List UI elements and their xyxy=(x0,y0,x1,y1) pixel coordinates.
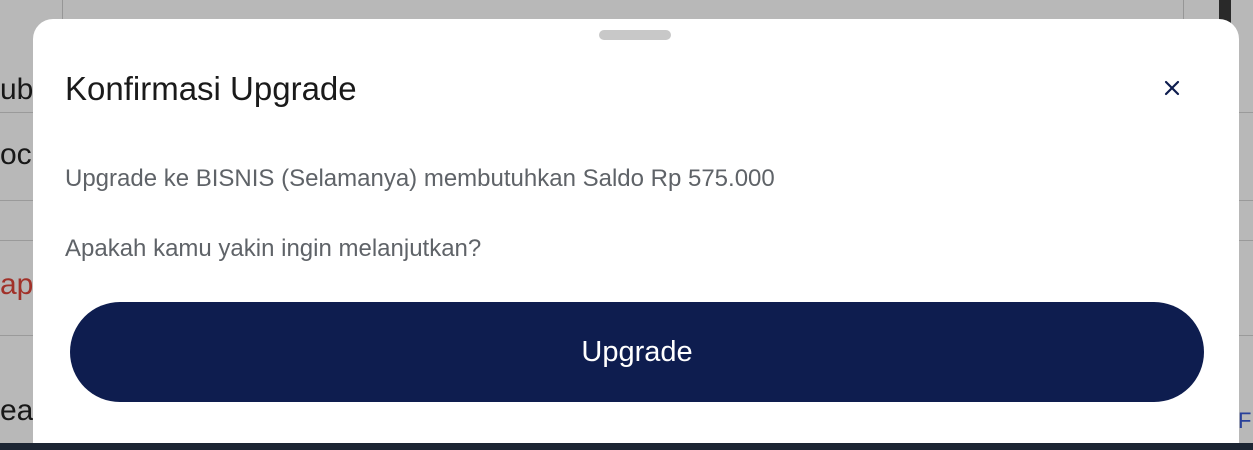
upgrade-button[interactable]: Upgrade xyxy=(70,302,1204,402)
close-button[interactable] xyxy=(1155,71,1189,105)
upgrade-confirmation-sheet: Konfirmasi Upgrade Upgrade ke BISNIS (Se… xyxy=(33,19,1239,443)
upgrade-cost-message: Upgrade ke BISNIS (Selamanya) membutuhka… xyxy=(65,165,775,192)
drag-handle[interactable] xyxy=(599,30,671,40)
bottom-navigation-edge xyxy=(0,443,1253,450)
confirmation-question: Apakah kamu yakin ingin melanjutkan? xyxy=(65,235,482,262)
app-screen: ub oc ap ea F Konfirmasi Upgrade Upgrade… xyxy=(0,0,1253,450)
close-icon xyxy=(1164,80,1180,96)
dialog-title: Konfirmasi Upgrade xyxy=(65,70,357,107)
